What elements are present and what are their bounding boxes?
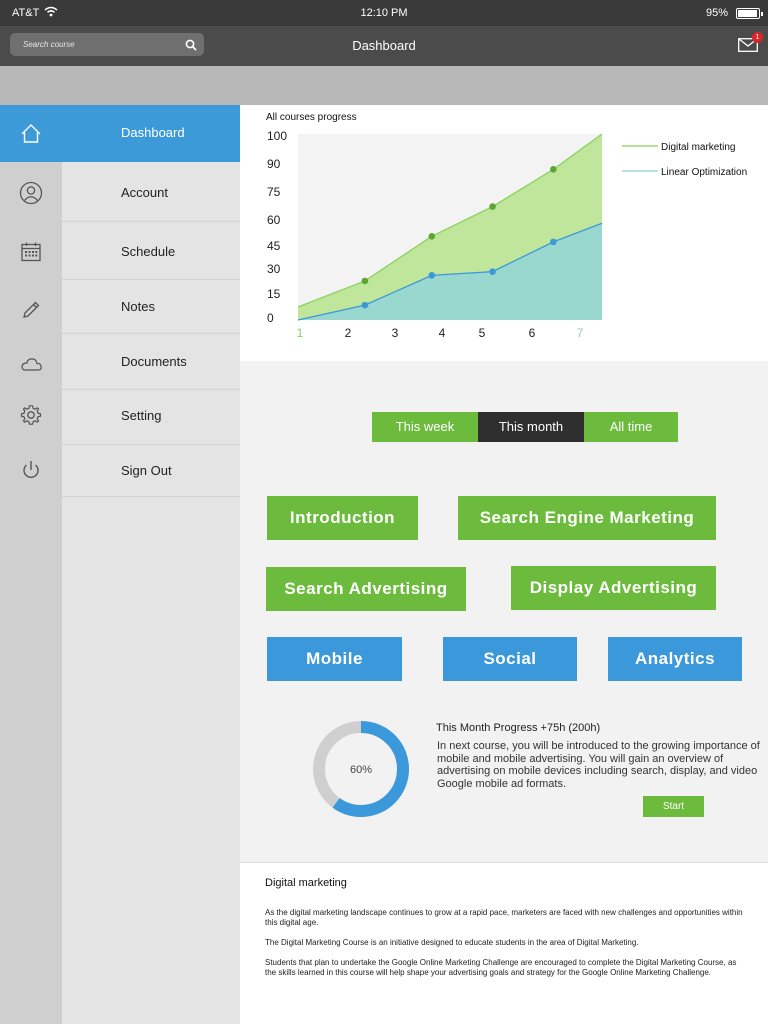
power-icon xyxy=(19,458,43,482)
x-tick-label: 7 xyxy=(577,326,584,340)
sidebar-item-documents[interactable]: Documents xyxy=(0,334,240,389)
legend-label: Digital marketing xyxy=(661,142,735,153)
y-tick-label: 15 xyxy=(267,287,281,301)
course-social-button[interactable]: Social xyxy=(443,637,577,681)
clock-time: 12:10 PM xyxy=(360,7,408,19)
sidebar-item-sign-out[interactable]: Sign Out xyxy=(0,445,240,496)
y-tick-label: 60 xyxy=(267,213,281,227)
course-info-panel: Digital marketing As the digital marketi… xyxy=(240,862,768,1024)
course-analytics-button[interactable]: Analytics xyxy=(608,637,742,681)
data-point xyxy=(361,277,369,285)
filter-this-week[interactable]: This week xyxy=(372,412,478,442)
data-point xyxy=(550,166,557,173)
navigation-bar: Search course Dashboard 1 xyxy=(0,26,768,66)
sidebar-item-label: Account xyxy=(121,185,168,200)
y-tick-label: 30 xyxy=(267,262,281,276)
info-paragraph: Students that plan to undertake the Goog… xyxy=(265,958,737,977)
course-introduction-button[interactable]: Introduction xyxy=(267,496,418,540)
calendar-icon xyxy=(19,240,43,264)
mail-icon[interactable]: 1 xyxy=(738,32,763,52)
progress-description: In next course, you will be introduced t… xyxy=(437,740,760,790)
header-strip xyxy=(0,66,768,105)
legend-label: Linear Optimization xyxy=(661,167,747,178)
sidebar-item-label: Sign Out xyxy=(121,463,172,478)
sidebar-item-account[interactable]: Account xyxy=(0,162,240,221)
cloud-icon xyxy=(19,352,43,376)
data-point xyxy=(550,238,557,246)
divider xyxy=(62,496,240,497)
data-point xyxy=(361,301,369,309)
gear-icon xyxy=(19,403,43,427)
x-tick-label: 4 xyxy=(439,326,446,340)
sidebar-item-schedule[interactable]: Schedule xyxy=(0,222,240,279)
progress-chart: All courses progress 100 90 75 60 45 30 15 0 1 2 3… xyxy=(240,105,768,361)
chart-svg: 10090756045301501 2 3 4 5 6 7Digital marketing… xyxy=(267,129,747,340)
sidebar-item-setting[interactable]: Setting xyxy=(0,390,240,444)
notification-badge: 1 xyxy=(752,32,763,43)
info-paragraph: As the digital marketing landscape conti… xyxy=(265,908,743,927)
sidebar-item-label: Dashboard xyxy=(121,125,185,140)
data-point xyxy=(428,233,436,240)
filter-this-month[interactable]: This month xyxy=(478,412,584,442)
progress-donut: 60% xyxy=(313,721,409,817)
y-tick-label: 0 xyxy=(267,311,274,325)
course-mobile-button[interactable]: Mobile xyxy=(267,637,402,681)
data-point xyxy=(489,203,496,210)
page-title: Dashboard xyxy=(352,38,416,53)
y-tick-label: 100 xyxy=(267,129,287,143)
start-button[interactable]: Start xyxy=(643,796,704,817)
battery-icon xyxy=(736,8,763,19)
sidebar-item-label: Schedule xyxy=(121,244,176,259)
filter-all-time[interactable]: All time xyxy=(584,412,678,442)
user-icon xyxy=(19,181,43,205)
home-icon xyxy=(19,122,43,146)
y-tick-label: 90 xyxy=(267,157,281,171)
battery-percent: 95% xyxy=(705,7,728,19)
course-sem-button[interactable]: Search Engine Marketing xyxy=(458,496,716,540)
status-bar: AT&T 12:10 PM 95% xyxy=(0,0,768,26)
x-tick-label: 6 xyxy=(529,326,536,340)
pencil-icon xyxy=(19,298,43,322)
data-point xyxy=(428,272,436,279)
course-search-ads-button[interactable]: Search Advertising xyxy=(266,567,466,611)
y-tick-label: 75 xyxy=(267,185,281,199)
y-tick-label: 45 xyxy=(267,239,281,253)
x-tick-label: 3 xyxy=(392,326,399,340)
time-filter: This week This month All time xyxy=(372,412,678,442)
sidebar-item-notes[interactable]: Notes xyxy=(0,280,240,333)
info-paragraph: The Digital Marketing Course is an initi… xyxy=(265,938,639,947)
sidebar-item-label: Setting xyxy=(121,408,162,423)
sidebar-item-dashboard[interactable]: Dashboard xyxy=(0,105,240,162)
donut-percent-label: 60% xyxy=(350,764,372,776)
battery-fill xyxy=(738,10,757,17)
x-tick-label: 2 xyxy=(345,326,352,340)
progress-title: This Month Progress +75h (200h) xyxy=(436,722,601,734)
course-display-ads-button[interactable]: Display Advertising xyxy=(511,566,716,610)
x-tick-label: 5 xyxy=(479,326,486,340)
x-tick-label: 1 xyxy=(297,326,304,340)
info-title: Digital marketing xyxy=(265,877,347,889)
sidebar-item-label: Notes xyxy=(121,299,155,314)
sidebar-item-label: Documents xyxy=(121,354,187,369)
data-point xyxy=(489,268,496,275)
